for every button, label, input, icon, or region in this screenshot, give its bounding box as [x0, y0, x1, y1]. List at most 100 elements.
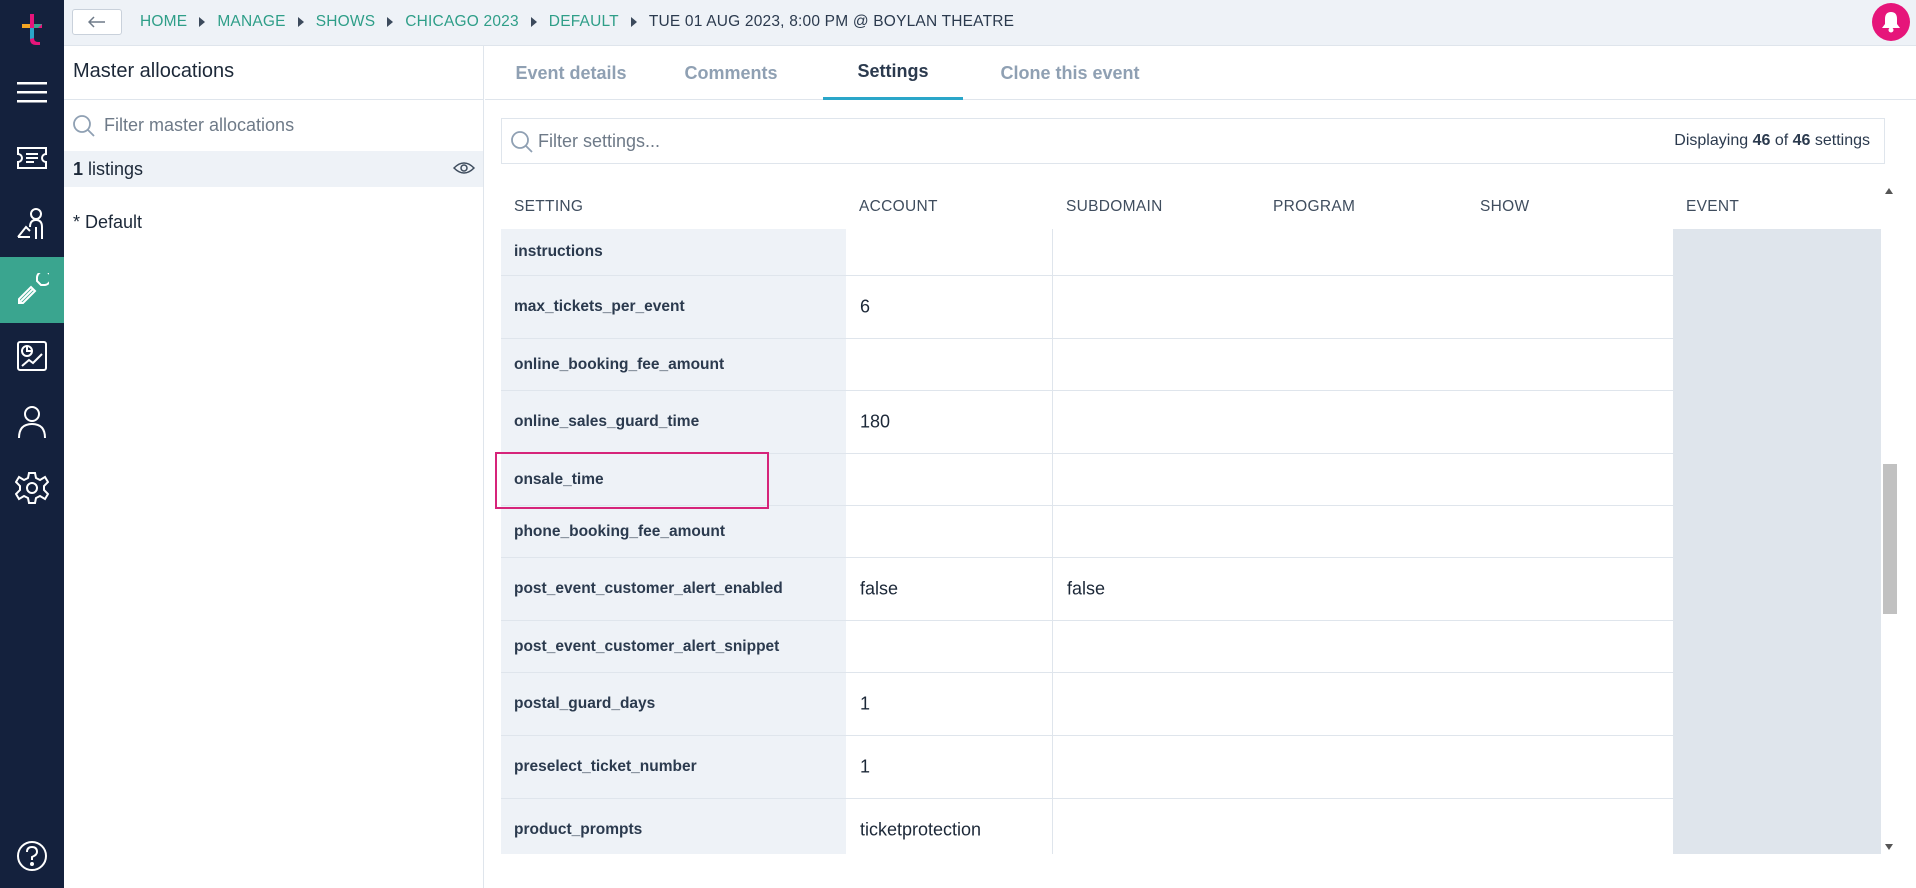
tab-settings[interactable]: Settings	[823, 46, 963, 100]
scroll-down-icon[interactable]	[1885, 844, 1893, 850]
back-button[interactable]	[72, 9, 122, 35]
setting-name: instructions	[514, 243, 603, 260]
subdomain-cell[interactable]	[1053, 229, 1673, 275]
setting-cell: post_event_customer_alert_enabled	[501, 558, 846, 620]
breadcrumb-show[interactable]: CHICAGO 2023	[405, 13, 519, 31]
subdomain-cell[interactable]	[1053, 454, 1673, 505]
event-cell[interactable]	[1673, 391, 1881, 453]
column-header-subdomain[interactable]: SUBDOMAIN	[1066, 198, 1163, 216]
listings-count: 1	[73, 159, 84, 179]
user-icon[interactable]	[0, 389, 64, 455]
table-row[interactable]: online_booking_fee_amount	[501, 339, 1881, 391]
table-row[interactable]: product_prompts ticketprotection	[501, 799, 1881, 854]
scrollbar-thumb[interactable]	[1883, 464, 1897, 614]
account-cell[interactable]: 1	[846, 673, 1053, 735]
subdomain-cell[interactable]	[1053, 506, 1673, 557]
menu-icon[interactable]	[0, 59, 64, 125]
breadcrumb-manage[interactable]: MANAGE	[217, 13, 285, 31]
tab-event-details[interactable]: Event details	[505, 46, 637, 100]
subdomain-cell[interactable]	[1053, 339, 1673, 390]
account-cell[interactable]: 6	[846, 276, 1053, 338]
table-row[interactable]: post_event_customer_alert_snippet	[501, 621, 1881, 673]
nav-rail	[0, 0, 64, 888]
breadcrumb-default[interactable]: DEFAULT	[549, 13, 619, 31]
reports-icon[interactable]	[0, 323, 64, 389]
tab-comments[interactable]: Comments	[675, 46, 787, 100]
breadcrumb: HOME MANAGE SHOWS CHICAGO 2023 DEFAULT T…	[140, 0, 1014, 44]
eye-icon[interactable]	[453, 161, 475, 175]
event-cell[interactable]	[1673, 229, 1881, 275]
master-allocations-search-input[interactable]	[104, 112, 464, 138]
event-cell[interactable]	[1673, 736, 1881, 798]
subdomain-cell[interactable]	[1053, 799, 1673, 854]
scroll-up-icon[interactable]	[1885, 188, 1893, 194]
account-cell[interactable]: 180	[846, 391, 1053, 453]
subdomain-cell[interactable]	[1053, 276, 1673, 338]
table-row[interactable]: onsale_time	[501, 454, 1881, 506]
event-cell[interactable]	[1673, 454, 1881, 505]
notifications-button[interactable]	[1872, 3, 1910, 41]
subdomain-cell[interactable]	[1053, 391, 1673, 453]
table-row[interactable]: postal_guard_days 1	[501, 673, 1881, 736]
event-cell[interactable]	[1673, 621, 1881, 672]
tab-clone-event[interactable]: Clone this event	[985, 46, 1155, 100]
table-header: SETTING ACCOUNT SUBDOMAIN PROGRAM SHOW E…	[501, 182, 1881, 229]
table-row[interactable]: max_tickets_per_event 6	[501, 276, 1881, 339]
setting-cell: post_event_customer_alert_snippet	[501, 621, 846, 672]
settings-filter-input[interactable]	[538, 129, 1238, 153]
account-value: 6	[860, 296, 871, 317]
breadcrumb-current: TUE 01 AUG 2023, 8:00 PM @ BOYLAN THEATR…	[648, 13, 1015, 30]
account-cell[interactable]: 1	[846, 736, 1053, 798]
column-header-setting[interactable]: SETTING	[514, 198, 583, 216]
event-cell[interactable]	[1673, 276, 1881, 338]
listings-row[interactable]: 1 listings	[64, 151, 483, 187]
table-row[interactable]: online_sales_guard_time 180	[501, 391, 1881, 454]
account-cell[interactable]	[846, 506, 1053, 557]
top-bar: HOME MANAGE SHOWS CHICAGO 2023 DEFAULT T…	[64, 0, 1916, 46]
account-cell[interactable]	[846, 621, 1053, 672]
event-cell[interactable]	[1673, 558, 1881, 620]
setting-name: preselect_ticket_number	[514, 758, 697, 775]
event-cell[interactable]	[1673, 673, 1881, 735]
table-row[interactable]: instructions	[501, 229, 1881, 276]
settings-filter: Displaying 46 of 46 settings	[501, 118, 1885, 164]
subdomain-cell[interactable]	[1053, 621, 1673, 672]
setting-cell: preselect_ticket_number	[501, 736, 846, 798]
setting-name: product_prompts	[514, 821, 643, 838]
subdomain-cell[interactable]	[1053, 673, 1673, 735]
table-scrollbar[interactable]	[1881, 182, 1897, 854]
subdomain-value: false	[1067, 578, 1106, 599]
account-cell[interactable]	[846, 339, 1053, 390]
column-header-event[interactable]: EVENT	[1686, 198, 1739, 216]
event-tabs: Event details Comments Settings Clone th…	[485, 46, 1916, 100]
table-row[interactable]: preselect_ticket_number 1	[501, 736, 1881, 799]
subdomain-cell[interactable]	[1053, 736, 1673, 798]
customer-service-icon[interactable]	[0, 191, 64, 257]
event-cell[interactable]	[1673, 506, 1881, 557]
account-cell[interactable]: false	[846, 558, 1053, 620]
ticket-icon[interactable]	[0, 125, 64, 191]
gear-icon[interactable]	[0, 455, 64, 521]
allocation-item-default[interactable]: * Default	[73, 212, 142, 233]
setting-name: onsale_time	[514, 470, 604, 488]
help-icon[interactable]	[0, 826, 64, 886]
account-cell[interactable]: ticketprotection	[846, 799, 1053, 854]
column-header-show[interactable]: SHOW	[1480, 198, 1529, 216]
event-cell[interactable]	[1673, 799, 1881, 854]
account-value: false	[860, 578, 899, 599]
breadcrumb-shows[interactable]: SHOWS	[316, 13, 376, 31]
account-cell[interactable]	[846, 454, 1053, 505]
event-cell[interactable]	[1673, 339, 1881, 390]
setting-cell: onsale_time	[501, 454, 846, 505]
account-cell[interactable]	[846, 229, 1053, 275]
breadcrumb-home[interactable]: HOME	[140, 13, 187, 31]
subdomain-cell[interactable]: false	[1053, 558, 1673, 620]
column-header-account[interactable]: ACCOUNT	[859, 198, 938, 216]
table-row[interactable]: post_event_customer_alert_enabled false fa…	[501, 558, 1881, 621]
column-header-program[interactable]: PROGRAM	[1273, 198, 1355, 216]
table-row[interactable]: phone_booking_fee_amount	[501, 506, 1881, 558]
app-logo[interactable]	[16, 12, 48, 46]
panel-title: Master allocations	[73, 60, 235, 82]
wrench-icon[interactable]	[0, 257, 64, 323]
setting-cell: instructions	[501, 229, 846, 275]
